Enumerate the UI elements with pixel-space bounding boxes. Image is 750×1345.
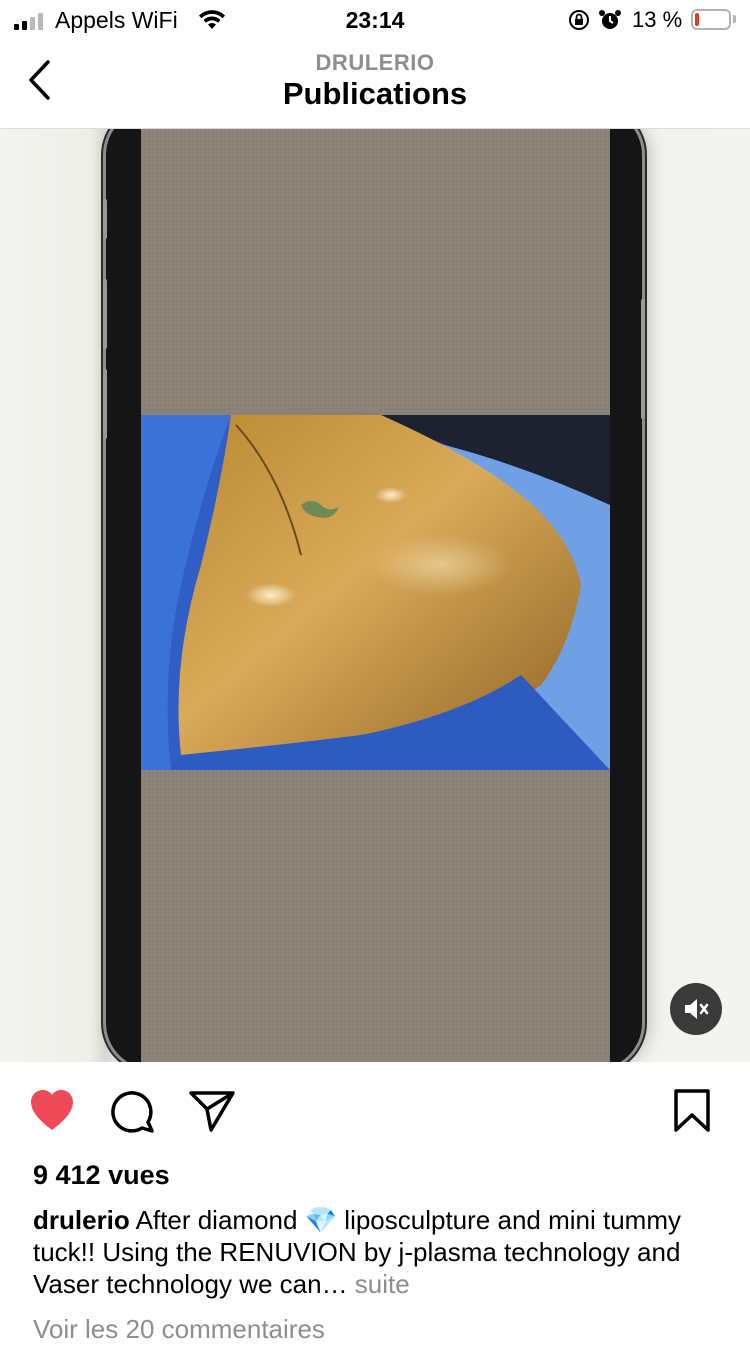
mute-button[interactable]	[670, 983, 722, 1035]
alarm-icon	[599, 10, 621, 29]
view-comments-link[interactable]: Voir les 20 commentaires	[33, 1314, 325, 1345]
bookmark-icon[interactable]	[672, 1088, 712, 1134]
caption-text: After diamond	[129, 1205, 305, 1235]
post-media[interactable]	[0, 129, 750, 1062]
post-actions	[0, 1062, 750, 1152]
speaker-muted-icon	[685, 999, 709, 1019]
comment-icon[interactable]	[108, 1088, 156, 1134]
account-name: DRULERIO	[315, 50, 435, 75]
caption-username[interactable]: drulerio	[33, 1205, 130, 1235]
post-caption: drulerio After diamond 💎 liposculpture a…	[33, 1204, 723, 1300]
page-title: Publications	[282, 76, 468, 111]
battery-percent: 13 %	[632, 7, 683, 32]
nav-header: DRULERIO Publications	[0, 40, 750, 129]
battery-icon	[691, 9, 731, 30]
rotation-lock-icon	[569, 10, 589, 30]
heart-icon[interactable]	[28, 1088, 76, 1132]
send-icon[interactable]	[188, 1089, 236, 1133]
diamond-emoji: 💎	[304, 1205, 338, 1235]
video-frame	[141, 415, 610, 770]
more-link[interactable]: suite	[348, 1269, 410, 1299]
view-count[interactable]: 9 412 vues	[33, 1160, 170, 1191]
status-bar: Appels WiFi 23:14 13 %	[0, 0, 750, 40]
